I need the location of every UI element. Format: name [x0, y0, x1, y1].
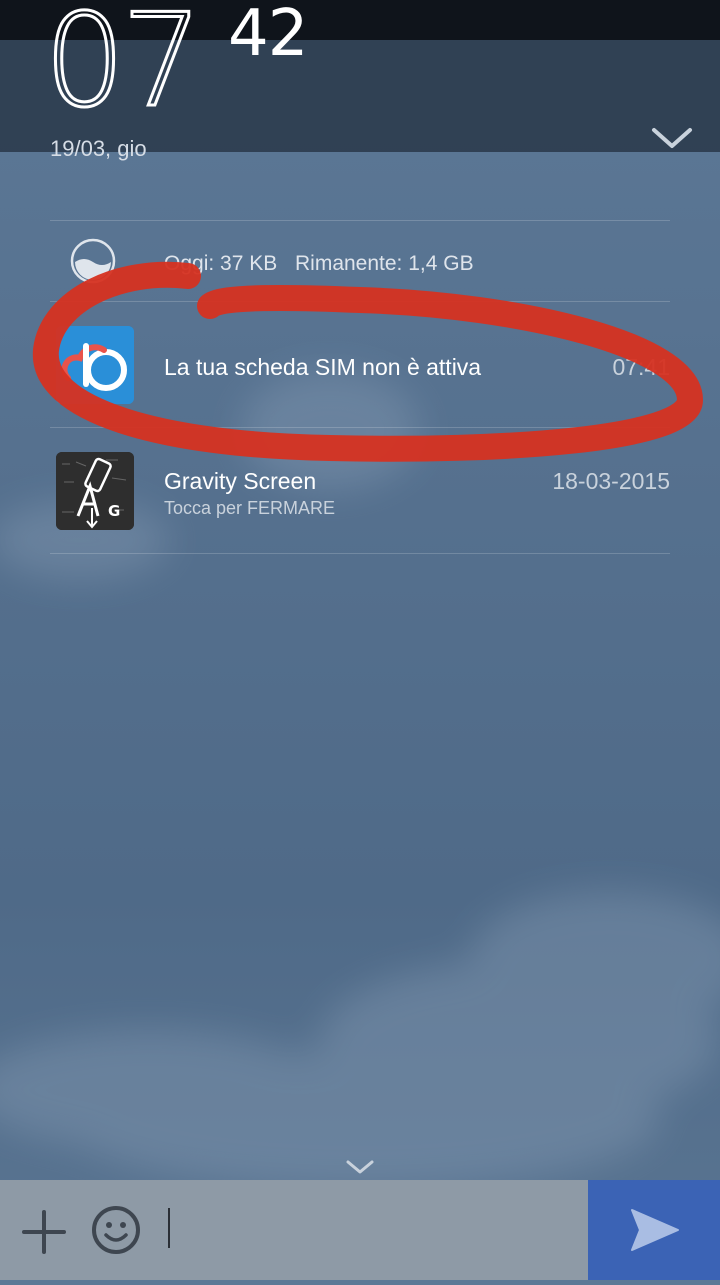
- expand-handle[interactable]: [342, 1156, 378, 1180]
- send-icon: [631, 1209, 679, 1251]
- red-annotation-circle: [32, 261, 703, 462]
- notification-gravity-screen[interactable]: G Gravity Screen Tocca per FERMARE 18-03…: [50, 428, 670, 552]
- divider: [50, 220, 670, 221]
- data-today: Oggi: 37 KB: [164, 252, 278, 275]
- quick-reply-bar: [0, 1180, 588, 1280]
- notification-time: 07:41: [612, 354, 670, 380]
- notification-title: La tua scheda SIM non è attiva: [164, 354, 482, 380]
- wallpaper-clouds: [0, 370, 720, 1190]
- chevron-down-icon: [346, 1160, 374, 1174]
- notification-time: 18-03-2015: [552, 468, 670, 494]
- clock-minutes: 42: [228, 0, 308, 71]
- data-remaining: Rimanente: 1,4 GB: [295, 252, 474, 275]
- message-input-cursor[interactable]: [168, 1208, 170, 1248]
- divider: [50, 553, 670, 554]
- send-button[interactable]: [588, 1180, 720, 1280]
- emoji-button[interactable]: [90, 1204, 142, 1256]
- data-usage-row[interactable]: Oggi: 37 KB Rimanente: 1,4 GB: [50, 222, 670, 302]
- clock-hours: 07: [43, 0, 205, 136]
- sim-app-icon: [56, 326, 134, 404]
- plus-icon: [22, 1210, 66, 1254]
- gravity-screen-app-icon: G: [56, 452, 134, 530]
- chevron-up-icon: [652, 128, 692, 148]
- notification-sim[interactable]: La tua scheda SIM non è attiva 07:41: [50, 302, 670, 426]
- collapse-button[interactable]: [648, 120, 696, 160]
- date-label: 19/03, gio: [50, 136, 147, 161]
- data-usage-icon: [70, 238, 116, 284]
- svg-text:G: G: [108, 502, 120, 520]
- notification-subtitle: Tocca per FERMARE: [164, 498, 336, 518]
- smiley-icon: [92, 1206, 140, 1254]
- add-button[interactable]: [18, 1206, 70, 1258]
- notification-title: Gravity Screen: [164, 468, 317, 494]
